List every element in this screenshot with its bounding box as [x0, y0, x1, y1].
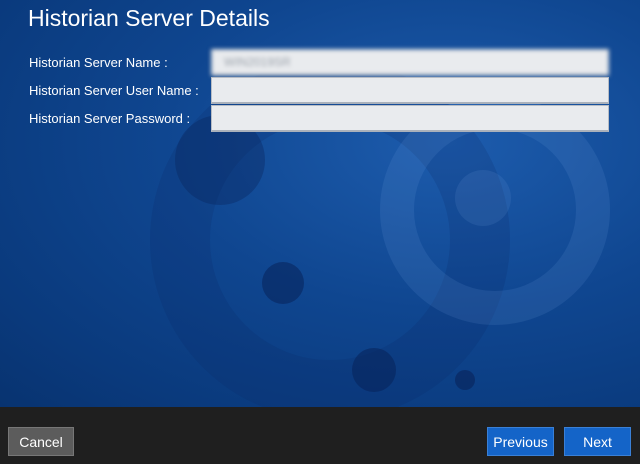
cancel-button[interactable]: Cancel: [8, 427, 74, 456]
wizard-content: Historian Server Details Historian Serve…: [0, 0, 640, 407]
next-button[interactable]: Next: [564, 427, 631, 456]
server-password-field[interactable]: [211, 105, 609, 132]
page-title: Historian Server Details: [28, 5, 270, 31]
previous-button[interactable]: Previous: [487, 427, 554, 456]
server-user-name-label: Historian Server User Name :: [29, 83, 199, 98]
background-decoration: [262, 262, 304, 304]
wizard-footer: Cancel Previous Next: [0, 407, 640, 464]
background-decoration: [455, 370, 475, 390]
server-name-label: Historian Server Name :: [29, 55, 168, 70]
background-decoration: [455, 170, 511, 226]
server-user-name-field[interactable]: [211, 77, 609, 104]
server-name-field[interactable]: [211, 49, 609, 76]
background-decoration: [352, 348, 396, 392]
server-password-label: Historian Server Password :: [29, 111, 191, 126]
